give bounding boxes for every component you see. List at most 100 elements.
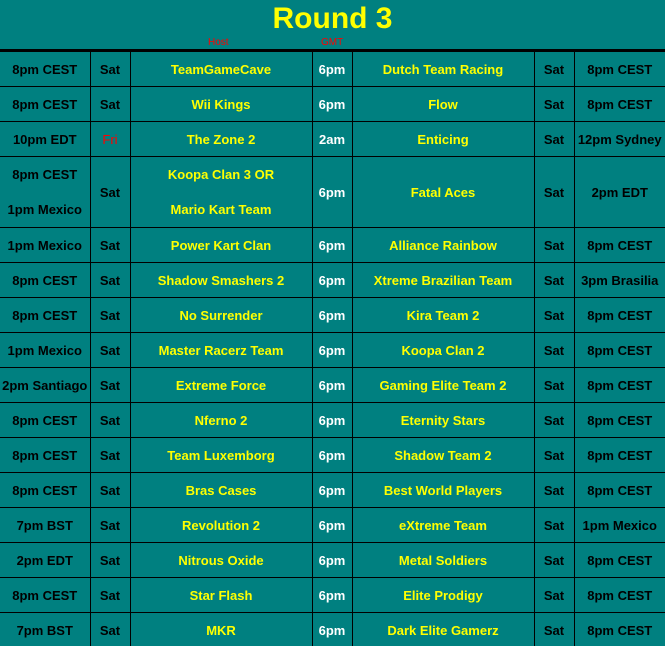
host-day: Fri [89, 121, 131, 157]
gmt-time-text: 6pm [318, 342, 346, 358]
away-team: Dark Elite Gamerz [351, 612, 535, 646]
host-team-text: TeamGameCave [170, 61, 272, 77]
away-team-text: Xtreme Brazilian Team [373, 272, 513, 288]
away-day: Sat [533, 612, 575, 646]
host-day: Sat [89, 156, 131, 228]
away-team-text: Eternity Stars [400, 412, 486, 428]
host-time-text: 7pm BST [16, 622, 73, 638]
host-team: No Surrender [129, 297, 313, 333]
host-team: Extreme Force [129, 367, 313, 403]
gmt-time-text: 6pm [318, 622, 346, 638]
host-team-text: Master Racerz Team [158, 342, 284, 358]
host-time-text: 8pm CEST [12, 167, 78, 182]
away-day: Sat [533, 437, 575, 473]
away-team-text: Elite Prodigy [403, 587, 483, 603]
host-time: 2pm Santiago [0, 367, 91, 403]
host-time-text: 8pm CEST [12, 96, 78, 112]
gmt-time: 6pm [311, 51, 353, 87]
host-team: TeamGameCave [129, 51, 313, 87]
host-day-text: Sat [99, 96, 121, 112]
away-day: Sat [533, 507, 575, 543]
away-day-text: Sat [543, 552, 565, 568]
gmt-time: 6pm [311, 227, 353, 263]
host-team-text: Team Luxemborg [167, 447, 275, 463]
away-team: Elite Prodigy [351, 577, 535, 613]
host-team: Wii Kings [129, 86, 313, 122]
away-time: 8pm CEST [573, 472, 665, 508]
away-day: Sat [533, 51, 575, 87]
host-time-text: 8pm CEST [12, 482, 78, 498]
away-time-text: 8pm CEST [587, 552, 653, 568]
match-row: 7pm BST Sat Revolution 2 6pm eXtreme Team Sat… [0, 507, 665, 543]
host-team-text: No Surrender [179, 307, 263, 323]
away-team-text: Alliance Rainbow [389, 237, 497, 253]
host-team-text: Nferno 2 [194, 412, 248, 428]
away-time-text: 8pm CEST [587, 587, 653, 603]
away-time-text: 8pm CEST [587, 61, 653, 77]
host-team: Star Flash [129, 577, 313, 613]
host-team-text: Nitrous Oxide [178, 552, 264, 568]
away-day-text: Sat [543, 412, 565, 428]
host-day: Sat [89, 437, 131, 473]
match-row: 8pm CEST Sat Shadow Smashers 2 6pm Xtreme Br… [0, 262, 665, 298]
away-day-text: Sat [543, 342, 565, 358]
host-time-text: 10pm EDT [12, 131, 77, 147]
host-day: Sat [89, 86, 131, 122]
gmt-time-text: 6pm [318, 412, 346, 428]
away-team-text: Gaming Elite Team 2 [379, 377, 507, 393]
gmt-time-text: 6pm [318, 517, 346, 533]
match-row: 1pm Mexico Sat Power Kart Clan 6pm Alliance … [0, 227, 665, 263]
away-team: Alliance Rainbow [351, 227, 535, 263]
host-day-text: Sat [99, 237, 121, 253]
away-team: Koopa Clan 2 [351, 332, 535, 368]
host-day: Sat [89, 402, 131, 438]
away-team: Metal Soldiers [351, 542, 535, 578]
away-team: Fatal Aces [351, 156, 535, 228]
away-time-text: 8pm CEST [587, 96, 653, 112]
away-day-text: Sat [543, 622, 565, 638]
host-team-text: Power Kart Clan [170, 237, 272, 253]
away-time: 8pm CEST [573, 297, 665, 333]
away-time-text: 3pm Brasilia [581, 272, 659, 288]
host-day-text: Sat [99, 412, 121, 428]
host-time-text: 8pm CEST [12, 447, 78, 463]
away-team: Dutch Team Racing [351, 51, 535, 87]
away-time: 8pm CEST [573, 332, 665, 368]
host-time-text: 7pm BST [16, 517, 73, 533]
host-day: Sat [89, 227, 131, 263]
host-day-text: Sat [99, 482, 121, 498]
away-team-text: Flow [428, 96, 458, 112]
away-team: eXtreme Team [351, 507, 535, 543]
host-team: Shadow Smashers 2 [129, 262, 313, 298]
host-team-text: Wii Kings [191, 96, 251, 112]
match-row: 1pm Mexico Sat Master Racerz Team 6pm Koopa … [0, 332, 665, 368]
gmt-time-text: 6pm [318, 96, 346, 112]
away-time: 1pm Mexico [573, 507, 665, 543]
away-time: 8pm CEST [573, 612, 665, 646]
host-team-text: Extreme Force [175, 377, 267, 393]
gmt-time: 6pm [311, 262, 353, 298]
away-day-text: Sat [543, 61, 565, 77]
gmt-time: 6pm [311, 367, 353, 403]
host-day-text: Sat [99, 622, 121, 638]
host-team-text: Shadow Smashers 2 [157, 272, 285, 288]
host-time-text: 8pm CEST [12, 412, 78, 428]
host-time-text-2: 1pm Mexico [7, 202, 82, 217]
host-time-text: 2pm Santiago [2, 377, 88, 393]
gmt-time: 6pm [311, 577, 353, 613]
schedule-page: Round 3 Host GMT 8pm CEST Sat TeamGameCave… [0, 0, 665, 646]
host-time: 10pm EDT [0, 121, 91, 157]
away-time: 8pm CEST [573, 51, 665, 87]
match-row: 8pm CEST Sat Team Luxemborg 6pm Shadow Team … [0, 437, 665, 473]
host-day-text: Sat [99, 184, 121, 200]
away-day-text: Sat [543, 587, 565, 603]
host-time: 8pm CEST [0, 402, 91, 438]
host-time-text: 1pm Mexico [7, 342, 82, 358]
match-row: 2pm Santiago Sat Extreme Force 6pm Gaming El… [0, 367, 665, 403]
host-time-text: 8pm CEST [12, 307, 78, 323]
host-day-text: Sat [99, 61, 121, 77]
gmt-time-text: 6pm [318, 272, 346, 288]
host-time: 1pm Mexico [0, 227, 91, 263]
gmt-time-text: 6pm [318, 587, 346, 603]
host-day: Sat [89, 542, 131, 578]
